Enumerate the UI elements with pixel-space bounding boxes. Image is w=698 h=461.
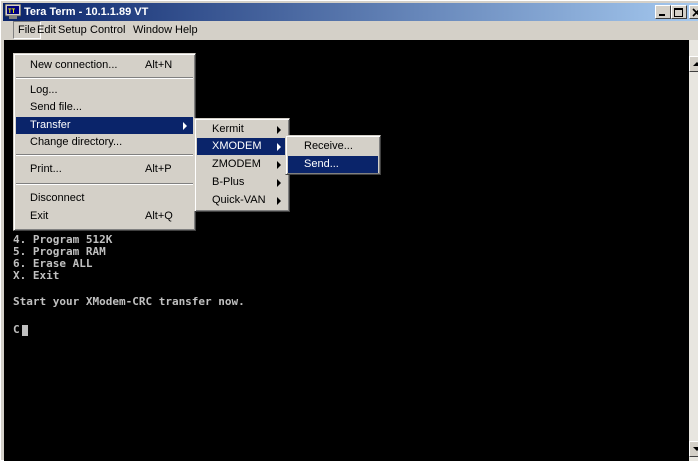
menu-separator	[16, 154, 193, 156]
menu-item-shortcut: Alt+Q	[145, 210, 173, 222]
menu-item-send[interactable]: Send...	[288, 156, 378, 173]
submenu-arrow-icon	[277, 197, 281, 205]
xmodem-submenu: Receive... Send...	[285, 135, 381, 175]
menu-help[interactable]: Help	[171, 21, 202, 39]
menu-item-label: Kermit	[212, 123, 244, 135]
menu-item-receive[interactable]: Receive...	[288, 138, 378, 155]
minimize-button[interactable]	[655, 5, 671, 19]
menu-item-label: Print...	[30, 163, 62, 175]
title-bar[interactable]: TT Tera Term - 10.1.1.89 VT	[3, 3, 698, 21]
terminal-line: Start your XModem-CRC transfer now.	[13, 295, 245, 308]
menu-separator	[16, 183, 193, 185]
menu-item-zmodem[interactable]: ZMODEM	[197, 156, 287, 173]
vertical-scrollbar[interactable]	[689, 40, 698, 461]
menu-item-label: XMODEM	[212, 140, 262, 152]
menu-item-label: B-Plus	[212, 176, 245, 188]
scroll-up-button[interactable]	[689, 56, 698, 72]
menu-item-label: Disconnect	[30, 192, 85, 204]
menu-item-label: Send file...	[30, 101, 82, 113]
tera-term-app-icon: TT	[5, 4, 21, 19]
menu-item-label: Send...	[304, 158, 339, 170]
menu-item-kermit[interactable]: Kermit	[197, 121, 287, 138]
menu-item-shortcut: Alt+N	[145, 59, 173, 71]
menu-item-label: New connection...	[30, 59, 118, 71]
close-button[interactable]	[689, 5, 698, 19]
submenu-arrow-icon	[277, 179, 281, 187]
menu-item-label: Change directory...	[30, 136, 123, 148]
menu-separator	[16, 77, 193, 79]
tera-term-window: TT Tera Term - 10.1.1.89 VT File Edit Se…	[0, 0, 698, 461]
menu-item-label: Exit	[30, 210, 49, 222]
minimize-icon	[659, 14, 665, 16]
maximize-icon	[674, 8, 683, 17]
menu-item-label: Log...	[30, 84, 58, 96]
submenu-arrow-icon	[183, 122, 187, 130]
menu-window[interactable]: Window	[129, 21, 176, 39]
menu-item-quick-van[interactable]: Quick-VAN	[197, 192, 287, 209]
menu-item-label: Receive...	[304, 140, 353, 152]
menu-item-exit[interactable]: Exit Alt+Q	[16, 208, 193, 225]
maximize-button[interactable]	[671, 5, 687, 19]
submenu-arrow-icon	[277, 126, 281, 134]
menu-bar: File Edit Setup Control Window Help	[3, 21, 698, 39]
menu-item-xmodem[interactable]: XMODEM	[197, 138, 287, 155]
menu-item-print[interactable]: Print... Alt+P	[16, 161, 193, 178]
menu-item-label: ZMODEM	[212, 158, 261, 170]
transfer-submenu: Kermit XMODEM ZMODEM B-Plus Quick-VAN	[194, 118, 290, 212]
menu-item-disconnect[interactable]: Disconnect	[16, 190, 193, 207]
terminal-line: C	[13, 323, 20, 336]
close-icon	[692, 8, 698, 17]
menu-item-send-file[interactable]: Send file...	[16, 99, 193, 116]
menu-item-log[interactable]: Log...	[16, 82, 193, 99]
menu-item-label: Transfer	[30, 119, 71, 131]
terminal-line: X. Exit	[13, 269, 60, 282]
scroll-up-arrow-icon	[693, 62, 698, 66]
menu-control[interactable]: Control	[86, 21, 129, 39]
menu-item-transfer[interactable]: Transfer	[16, 117, 193, 134]
scroll-down-button[interactable]	[689, 441, 698, 457]
file-menu: New connection... Alt+N Log... Send file…	[13, 53, 196, 231]
menu-item-change-directory[interactable]: Change directory...	[16, 134, 193, 151]
svg-text:TT: TT	[8, 8, 16, 15]
scroll-down-arrow-icon	[693, 447, 698, 451]
submenu-arrow-icon	[277, 161, 281, 169]
menu-item-b-plus[interactable]: B-Plus	[197, 174, 287, 191]
terminal-cursor	[22, 325, 28, 336]
menu-item-new-connection[interactable]: New connection... Alt+N	[16, 57, 193, 74]
menu-item-label: Quick-VAN	[212, 194, 266, 206]
submenu-arrow-icon	[277, 143, 281, 151]
window-title: Tera Term - 10.1.1.89 VT	[24, 6, 149, 18]
menu-item-shortcut: Alt+P	[145, 163, 172, 175]
